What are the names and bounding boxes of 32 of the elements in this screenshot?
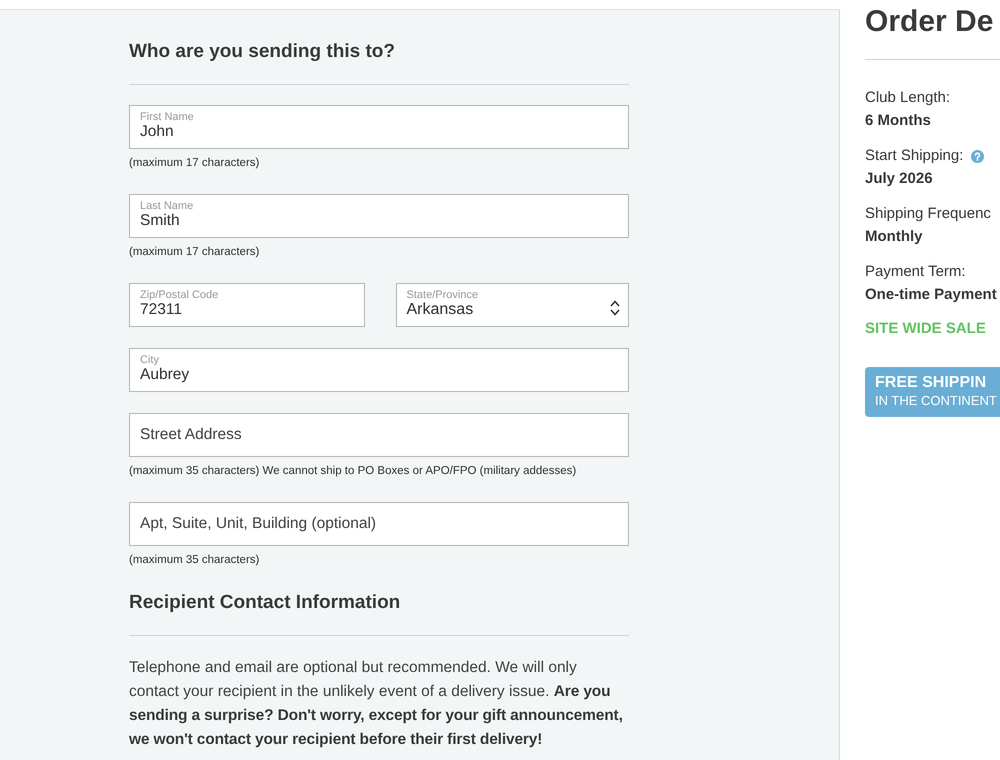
detail-value: Monthly xyxy=(865,227,924,247)
text-input[interactable]: Smith xyxy=(140,212,618,230)
sale-label: SITE WIDE SALE xyxy=(865,319,987,339)
text-input[interactable]: Aubrey xyxy=(140,366,618,384)
text-input[interactable]: 72311 xyxy=(140,301,354,319)
help-icon[interactable] xyxy=(971,150,984,162)
field-hint: (maximum 35 characters) We cannot ship to PO Boxes or APO/FPO (military addesses) xyxy=(129,464,578,478)
field-hint: (maximum 35 characters) xyxy=(129,553,260,567)
detail-value: July 2026 xyxy=(865,169,934,189)
text-input[interactable]: John xyxy=(140,123,618,141)
detail-label: Club Length: xyxy=(865,88,950,108)
banner-title: FREE SHIPPIN xyxy=(875,373,986,392)
detail-label: Payment Term: xyxy=(865,262,966,282)
field-hint: (maximum 17 characters) xyxy=(129,156,260,170)
section-heading: Recipient Contact Information xyxy=(129,591,402,615)
order-details-title: Order De xyxy=(865,4,994,40)
field-hint: (maximum 17 characters) xyxy=(129,245,260,259)
section-heading: Who are you sending this to? xyxy=(129,40,396,64)
text-field[interactable]: First Name John xyxy=(129,105,629,149)
detail-label: Shipping Frequenc xyxy=(865,204,991,224)
up-down-chevron-icon xyxy=(610,300,620,316)
detail-value: 6 Months xyxy=(865,111,932,131)
detail-value: One-time Payment xyxy=(865,285,998,305)
text-input[interactable]: Apt, Suite, Unit, Building (optional) xyxy=(129,502,629,546)
detail-label: Start Shipping: xyxy=(865,146,964,166)
info-paragraph: Telephone and email are optional but recommended. We will only contact your recipient in the unlikely event of a delivery issue. Are you sending a surprise? Don't worry, except for your gift announcement, we won't contact your recipient before their first delivery! xyxy=(129,658,624,750)
text-input[interactable]: Street Address xyxy=(129,413,629,457)
state-select[interactable]: State/Province Arkansas xyxy=(396,283,629,327)
banner-subtitle: IN THE CONTINENT xyxy=(875,392,997,409)
text-field[interactable]: City Aubrey xyxy=(129,348,629,392)
text-field[interactable]: Zip/Postal Code 72311 xyxy=(129,283,364,327)
text-field[interactable]: Last Name Smith xyxy=(129,194,629,238)
